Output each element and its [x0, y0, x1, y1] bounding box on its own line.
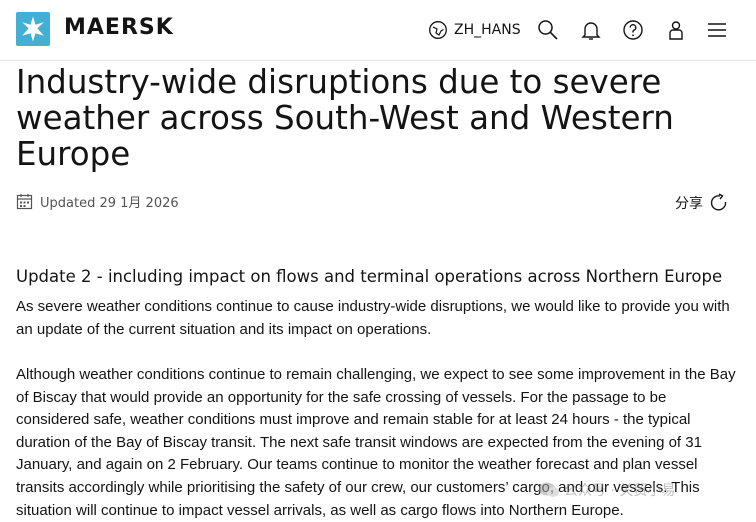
bell-icon[interactable]: [579, 18, 603, 42]
site-header: MAERSK ZH_HANS: [0, 0, 756, 61]
menu-icon[interactable]: [705, 18, 729, 42]
language-label: ZH_HANS: [454, 22, 521, 38]
watermark: 公众号 · 关贸小易: [538, 480, 675, 500]
wechat-icon: [539, 482, 559, 497]
globe-icon: [429, 21, 447, 39]
brand-wordmark[interactable]: MAERSK: [64, 15, 174, 40]
language-selector[interactable]: ZH_HANS: [428, 18, 521, 42]
help-icon[interactable]: [621, 18, 645, 42]
watermark-label: 公众号 · 关贸小易: [564, 483, 676, 499]
page-title: Industry-wide disruptions due to severe …: [16, 63, 674, 173]
update-subtitle: Update 2 - including impact on flows and…: [16, 267, 723, 286]
share-icon: [710, 193, 727, 211]
updated-label: Updated 29 1月 2026: [40, 196, 179, 211]
user-icon[interactable]: [664, 18, 688, 42]
updated-date: Updated 29 1月 2026: [16, 192, 179, 211]
calendar-icon: [16, 194, 33, 210]
maersk-star-logo-icon[interactable]: [16, 12, 50, 46]
search-icon[interactable]: [536, 18, 560, 42]
share-button[interactable]: 分享: [675, 193, 729, 213]
share-label: 分享: [675, 196, 703, 212]
paragraph-intro: As severe weather conditions continue to…: [16, 298, 730, 338]
